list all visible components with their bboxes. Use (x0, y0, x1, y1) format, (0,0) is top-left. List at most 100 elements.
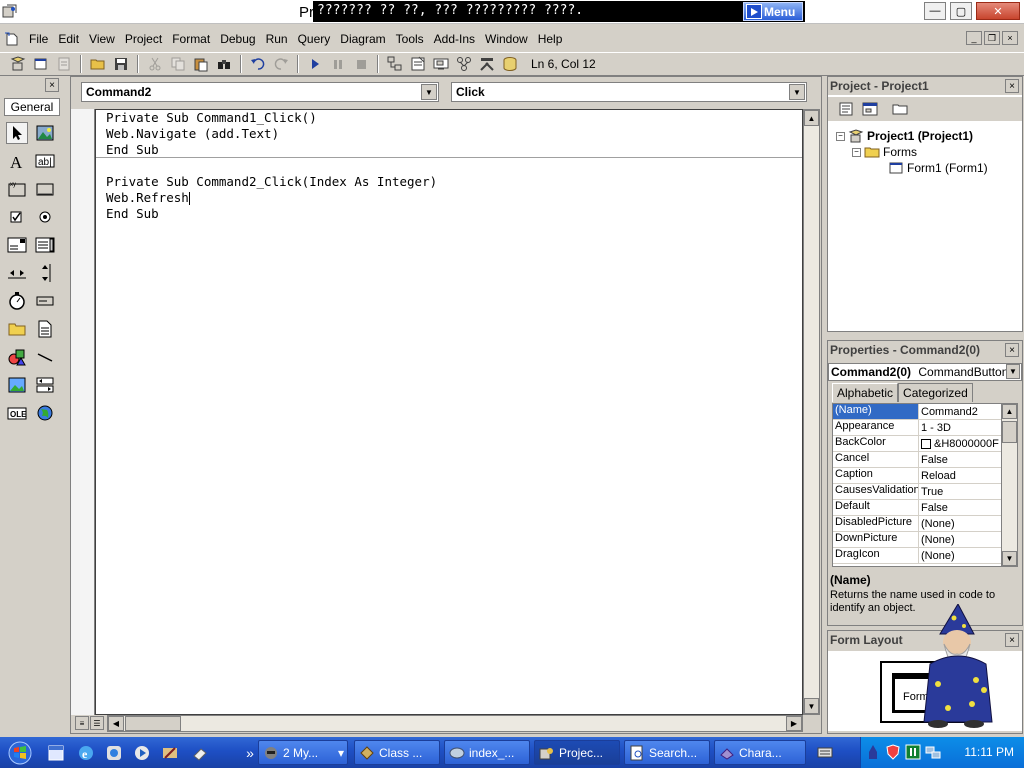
mdi-close-button[interactable]: × (1002, 31, 1018, 45)
quicklaunch-explorer[interactable] (46, 743, 66, 763)
properties-close-button[interactable]: × (1005, 343, 1019, 357)
toolbox-general-tab[interactable]: General (4, 98, 60, 116)
property-row[interactable]: Caption Reload (833, 468, 1001, 484)
properties-window-button[interactable] (408, 54, 428, 74)
menu-window[interactable]: Window (480, 32, 533, 46)
picturebox-tool[interactable] (34, 122, 56, 144)
quicklaunch-media-player[interactable] (132, 743, 152, 763)
quicklaunch-app[interactable] (104, 743, 124, 763)
view-code-button[interactable] (836, 99, 856, 119)
code-line-current[interactable]: Web.Refresh (106, 190, 190, 205)
start-button[interactable] (0, 737, 40, 768)
optionbutton-tool[interactable] (34, 206, 56, 228)
tree-item-form1[interactable]: Form1 (Form1) (888, 161, 988, 175)
tab-categorized[interactable]: Categorized (898, 383, 973, 402)
paste-button[interactable] (191, 54, 211, 74)
menu-tools[interactable]: Tools (391, 32, 429, 46)
open-project-button[interactable] (88, 54, 108, 74)
property-row[interactable]: (Name) Command2 (833, 404, 1001, 420)
quicklaunch-tool[interactable] (160, 743, 180, 763)
property-value[interactable]: (None) (919, 516, 1001, 531)
minimize-button[interactable]: — (924, 2, 946, 20)
property-row[interactable]: DragIcon (None) (833, 548, 1001, 564)
scroll-down-icon[interactable]: ▼ (804, 698, 819, 714)
property-value[interactable]: 1 - 3D (919, 420, 1001, 435)
timer-tool[interactable] (6, 290, 28, 312)
properties-scrollbar[interactable]: ▲ ▼ (1001, 404, 1017, 566)
menu-add-ins[interactable]: Add-Ins (429, 32, 480, 46)
combobox-tool[interactable] (6, 234, 28, 256)
task-button[interactable]: Chara... (714, 740, 806, 765)
tab-alphabetic[interactable]: Alphabetic (832, 383, 899, 402)
menu-query[interactable]: Query (293, 32, 336, 46)
vscrollbar-tool[interactable] (34, 262, 56, 284)
drivelistbox-tool[interactable] (34, 290, 56, 312)
chevron-down-icon[interactable]: ▼ (1006, 364, 1020, 379)
code-line[interactable]: End Sub (106, 206, 159, 221)
menu-help[interactable]: Help (533, 32, 568, 46)
keyboard-icon[interactable] (817, 744, 833, 760)
menu-run[interactable]: Run (261, 32, 293, 46)
add-project-button[interactable] (8, 54, 28, 74)
code-line[interactable]: Private Sub Command1_Click() (106, 110, 317, 125)
code-line[interactable]: End Sub (106, 142, 159, 157)
code-horizontal-scrollbar[interactable]: ◀ ▶ (107, 715, 803, 732)
webbrowser-tool[interactable] (34, 402, 56, 424)
taskbar-more-button[interactable]: » (240, 743, 260, 763)
overlay-menu-button[interactable]: Menu (743, 2, 803, 21)
property-row[interactable]: Appearance 1 - 3D (833, 420, 1001, 436)
clock[interactable]: 11:11 PM (964, 745, 1014, 759)
frame-tool[interactable]: xy (6, 178, 28, 200)
shield-icon[interactable] (885, 744, 901, 760)
menu-view[interactable]: View (84, 32, 120, 46)
end-button[interactable] (351, 54, 371, 74)
chevron-down-icon[interactable]: ▼ (421, 84, 437, 100)
tree-item-forms-folder[interactable]: − Forms (852, 145, 917, 159)
scroll-thumb[interactable] (1002, 421, 1017, 443)
toggle-folders-button[interactable] (890, 99, 910, 119)
copy-button[interactable] (168, 54, 188, 74)
wizard-assistant-icon[interactable] (865, 744, 881, 760)
pointer-tool[interactable] (6, 122, 28, 144)
property-value[interactable]: True (919, 484, 1001, 499)
find-button[interactable] (214, 54, 234, 74)
project-explorer-close-button[interactable]: × (1005, 79, 1019, 93)
data-view-button[interactable] (500, 54, 520, 74)
scroll-right-icon[interactable]: ▶ (786, 716, 802, 731)
form-layout-button[interactable] (431, 54, 451, 74)
recording-icon[interactable] (905, 744, 921, 760)
filelistbox-tool[interactable] (34, 318, 56, 340)
toolbox-button[interactable] (477, 54, 497, 74)
property-value[interactable]: (None) (919, 548, 1001, 563)
property-value[interactable]: &H8000000F (919, 436, 1001, 451)
procedure-view-button[interactable]: ≡ (75, 716, 89, 730)
start-button[interactable] (305, 54, 325, 74)
menu-editor-button[interactable] (54, 54, 74, 74)
break-button[interactable] (328, 54, 348, 74)
scroll-left-icon[interactable]: ◀ (108, 716, 124, 731)
menu-debug[interactable]: Debug (215, 32, 260, 46)
listbox-tool[interactable] (34, 234, 56, 256)
menu-edit[interactable]: Edit (53, 32, 84, 46)
task-button[interactable]: 2 My... ▾ (258, 740, 348, 765)
object-browser-button[interactable] (454, 54, 474, 74)
procedure-combo[interactable]: Click ▼ (451, 82, 807, 102)
line-tool[interactable] (34, 346, 56, 368)
object-selector[interactable]: Command2(0) CommandButton ▼ (828, 363, 1022, 381)
undo-button[interactable] (248, 54, 268, 74)
image-tool[interactable] (6, 374, 28, 396)
object-combo[interactable]: Command2 ▼ (81, 82, 439, 102)
chevron-down-icon[interactable]: ▼ (789, 84, 805, 100)
property-value[interactable]: False (919, 500, 1001, 515)
task-button[interactable]: Projec... (534, 740, 620, 765)
collapse-icon[interactable]: − (836, 131, 845, 141)
property-row[interactable]: Cancel False (833, 452, 1001, 468)
menu-file[interactable]: File (24, 32, 53, 46)
property-value[interactable]: (None) (919, 532, 1001, 547)
project-explorer-button[interactable] (385, 54, 405, 74)
task-button[interactable]: index_... (444, 740, 530, 765)
menu-diagram[interactable]: Diagram (335, 32, 390, 46)
office-assistant-wizard-icon[interactable] (918, 604, 998, 732)
scroll-up-icon[interactable]: ▲ (804, 110, 819, 126)
save-project-button[interactable] (111, 54, 131, 74)
